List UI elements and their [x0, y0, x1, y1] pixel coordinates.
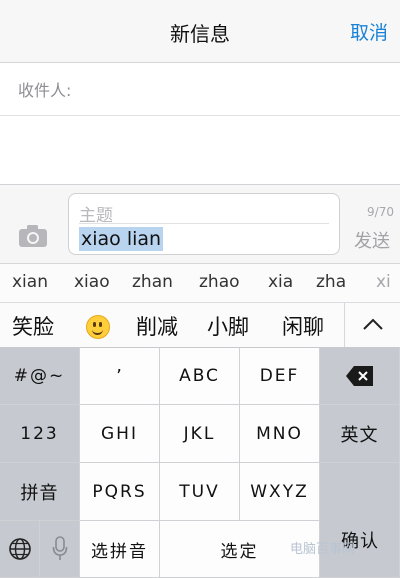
backspace-key[interactable] [320, 348, 400, 405]
page-title: 新信息 [170, 22, 230, 46]
backspace-icon [345, 366, 373, 386]
subject-field[interactable]: 主题 [79, 199, 329, 226]
key-pqrs[interactable]: PQRS [80, 463, 160, 521]
smiley-emoji-icon[interactable] [86, 315, 110, 339]
recipient-label: 收件人: [18, 81, 72, 100]
send-button[interactable]: 发送 [354, 227, 390, 253]
numbers-key[interactable]: 123 [0, 405, 80, 463]
symbols-key[interactable]: #@~ [0, 348, 80, 405]
pinyin-option[interactable]: zha [316, 272, 346, 292]
collapse-candidates-button[interactable] [344, 303, 400, 347]
microphone-key[interactable] [40, 521, 80, 578]
cancel-button[interactable]: 取消 [350, 18, 388, 45]
navigation-bar: 新信息 取消 [0, 0, 400, 63]
key-jkl[interactable]: JKL [160, 405, 240, 463]
watermark: 电脑百事网 [290, 542, 356, 557]
conversation-area [0, 116, 400, 185]
key-wxyz[interactable]: WXYZ [240, 463, 320, 521]
punctuation-key[interactable]: ’ [80, 348, 160, 405]
chevron-up-icon [363, 318, 383, 330]
globe-key[interactable] [0, 521, 40, 578]
key-abc[interactable]: ABC [160, 348, 240, 405]
confirm-key[interactable]: 确认 [320, 463, 400, 578]
key-mno[interactable]: MNO [240, 405, 320, 463]
key-def[interactable]: DEF [240, 348, 320, 405]
word-candidate[interactable]: 小脚 [207, 311, 249, 341]
pinyin-suggestion-bar: xian xiao zhan zhao xia zha xi [0, 264, 400, 303]
word-candidate[interactable]: 闲聊 [282, 311, 324, 341]
word-candidate[interactable]: 削减 [136, 311, 178, 341]
key-ghi[interactable]: GHI [80, 405, 160, 463]
word-candidate[interactable]: 笑脸 [12, 311, 54, 341]
word-candidate-bar: 笑脸 削减 小脚 闲聊 [0, 303, 400, 348]
globe-icon [8, 538, 31, 560]
key-tuv[interactable]: TUV [160, 463, 240, 521]
character-count: 9/70 [367, 205, 394, 219]
pinyin-option[interactable]: xiao [74, 272, 110, 292]
pinyin-option[interactable]: xia [268, 272, 293, 292]
pinyin-option[interactable]: zhao [199, 272, 240, 292]
pinyin-mode-key[interactable]: 拼音 [0, 463, 80, 521]
message-input-box[interactable]: 主题 xiao lian [68, 193, 340, 255]
microphone-icon [52, 536, 67, 560]
pinyin-option[interactable]: xi [376, 272, 391, 292]
pinyin-option[interactable]: xian [12, 272, 48, 292]
compose-bar: 主题 xiao lian 9/70 发送 [0, 185, 400, 264]
subject-placeholder: 主题 [79, 206, 113, 226]
message-text: xiao lian [79, 227, 164, 251]
camera-icon[interactable] [16, 223, 50, 249]
recipient-row[interactable]: 收件人: [0, 63, 400, 116]
message-field[interactable]: xiao lian [79, 226, 329, 252]
pinyin-option[interactable]: zhan [132, 272, 173, 292]
english-mode-key[interactable]: 英文 [320, 405, 400, 463]
select-pinyin-key[interactable]: 选拼音 [80, 521, 160, 578]
